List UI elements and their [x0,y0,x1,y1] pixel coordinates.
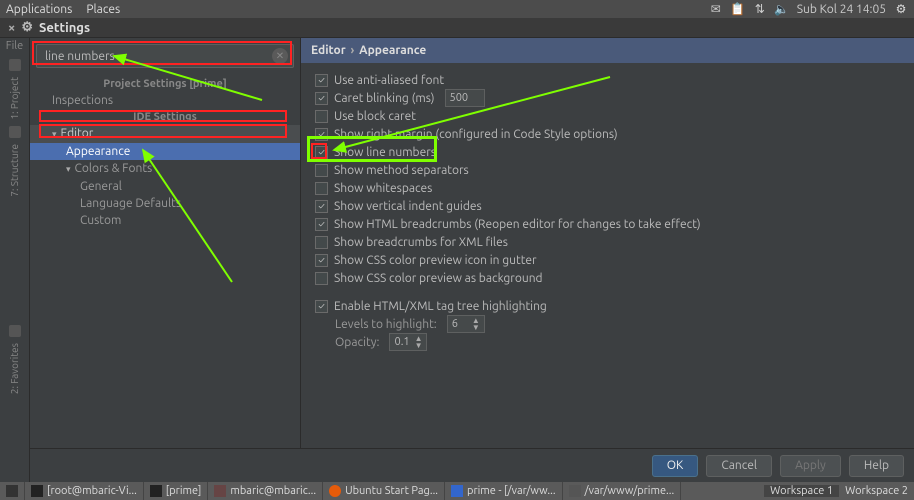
lbl-tag-tree: Enable HTML/XML tag tree highlighting [334,300,547,313]
lbl-css-gutter: Show CSS color preview icon in gutter [334,254,537,267]
sound-icon[interactable]: 🔈 [775,2,789,16]
chk-anti-aliased[interactable] [315,74,328,87]
cancel-button[interactable]: Cancel [706,455,772,477]
chk-xml-breadcrumbs[interactable] [315,236,328,249]
breadcrumb: Editor › Appearance [301,38,914,63]
workspace-switcher[interactable]: Workspace 1 Workspace 2 [764,485,914,497]
project-tool-icon[interactable] [9,59,21,71]
os-taskbar: [root@mbaric-Vi... [prime] mbaric@mbaric… [0,482,914,500]
tree-colors-fonts[interactable]: Colors & Fonts [30,160,300,178]
settings-search-input[interactable] [36,44,294,68]
tree-custom[interactable]: Custom [30,212,300,229]
breadcrumb-b: Appearance [359,44,426,57]
settings-content: Editor › Appearance Use anti-aliased fon… [300,38,914,448]
workspace-1[interactable]: Workspace 1 [764,485,839,497]
help-button[interactable]: Help [849,455,904,477]
lbl-indent-guides: Show vertical indent guides [334,200,482,213]
task-editor[interactable]: /var/www/prime... [563,482,682,500]
power-gear-icon[interactable]: ⚙ [894,2,908,16]
clock-text[interactable]: Sub Kol 24 14:05 [797,3,886,16]
settings-sidebar: ✕ Project Settings [prime] Inspections I… [30,38,300,448]
task-files[interactable]: mbaric@mbaric... [208,482,323,500]
input-caret-blink-ms[interactable] [445,89,485,107]
structure-tool-tab[interactable]: 7: Structure [9,144,20,197]
task-show-desktop[interactable] [0,482,25,500]
lbl-html-breadcrumbs: Show HTML breadcrumbs (Reopen editor for… [334,218,701,231]
os-menubar: Applications Places ✉ 📋 ⇅ 🔈 Sub Kol 24 1… [0,0,914,18]
spinner-opacity[interactable]: 0.1▲▼ [389,333,427,351]
spinner-levels[interactable]: 6▲▼ [447,315,485,333]
tree-editor[interactable]: Editor [30,125,300,143]
task-ide[interactable]: prime - [/var/ww... [445,482,563,500]
ok-button[interactable]: OK [652,455,699,477]
menu-places[interactable]: Places [86,3,120,16]
appearance-options: Use anti-aliased font Caret blinking (ms… [301,63,914,359]
system-tray: ✉ 📋 ⇅ 🔈 Sub Kol 24 14:05 ⚙ [709,2,908,16]
settings-tree: Project Settings [prime] Inspections IDE… [30,74,300,448]
window-tabbar: × ⚙ Settings [0,18,914,38]
lbl-anti-aliased: Use anti-aliased font [334,74,444,87]
task-terminal-2[interactable]: [prime] [144,482,209,500]
lbl-css-bg: Show CSS color preview as background [334,272,543,285]
chk-html-breadcrumbs[interactable] [315,218,328,231]
chk-tag-tree[interactable] [315,300,328,313]
lbl-xml-breadcrumbs: Show breadcrumbs for XML files [334,236,508,249]
favorites-tool-tab[interactable]: 2: Favorites [9,343,20,394]
dialog-footer: OK Cancel Apply Help [30,448,914,482]
chk-whitespaces[interactable] [315,182,328,195]
close-icon[interactable]: × [8,21,15,35]
lbl-caret-blink: Caret blinking (ms) [334,92,435,105]
structure-tool-icon[interactable] [9,126,21,138]
lbl-opacity: Opacity: [335,336,379,349]
breadcrumb-a: Editor [311,44,346,57]
chk-method-sep[interactable] [315,164,328,177]
ide-left-gutter: File 1: Project 7: Structure 2: Favorite… [0,38,30,482]
task-firefox[interactable]: Ubuntu Start Pag... [323,482,445,500]
chk-caret-blink[interactable] [315,92,328,105]
lbl-line-numbers: Show line numbers [334,146,436,159]
settings-dialog: ✕ Project Settings [prime] Inspections I… [30,38,914,482]
tab-title: Settings [39,21,90,35]
menu-applications[interactable]: Applications [6,3,72,16]
task-terminal-1[interactable]: [root@mbaric-Vi... [25,482,144,500]
lbl-whitespaces: Show whitespaces [334,182,432,195]
chk-block-caret[interactable] [315,110,328,123]
chk-right-margin[interactable] [315,128,328,141]
lbl-block-caret: Use block caret [334,110,416,123]
tree-inspections[interactable]: Inspections [30,92,300,109]
tree-general[interactable]: General [30,178,300,195]
network-icon[interactable]: ⇅ [753,2,767,16]
lbl-levels: Levels to highlight: [335,318,437,331]
file-menu-label[interactable]: File [0,40,29,52]
favorites-tool-icon[interactable] [9,325,21,337]
tree-lang-defaults[interactable]: Language Defaults [30,195,300,212]
mail-icon[interactable]: ✉ [709,2,723,16]
clear-search-icon[interactable]: ✕ [272,48,288,64]
gear-icon: ⚙ [21,20,33,35]
lbl-method-sep: Show method separators [334,164,469,177]
tree-header-ide: IDE Settings [30,109,300,125]
chk-css-gutter[interactable] [315,254,328,267]
chk-css-bg[interactable] [315,272,328,285]
apply-button[interactable]: Apply [780,455,841,477]
chk-indent-guides[interactable] [315,200,328,213]
clipboard-icon[interactable]: 📋 [731,2,745,16]
tree-header-project: Project Settings [prime] [30,76,300,92]
workspace-2[interactable]: Workspace 2 [839,485,914,497]
project-tool-tab[interactable]: 1: Project [9,77,20,120]
lbl-right-margin: Show right margin (configured in Code St… [334,128,618,141]
settings-tab[interactable]: × ⚙ Settings [0,18,98,37]
breadcrumb-sep: › [348,44,357,57]
chk-line-numbers[interactable] [315,146,328,159]
tree-appearance[interactable]: Appearance [30,143,300,160]
